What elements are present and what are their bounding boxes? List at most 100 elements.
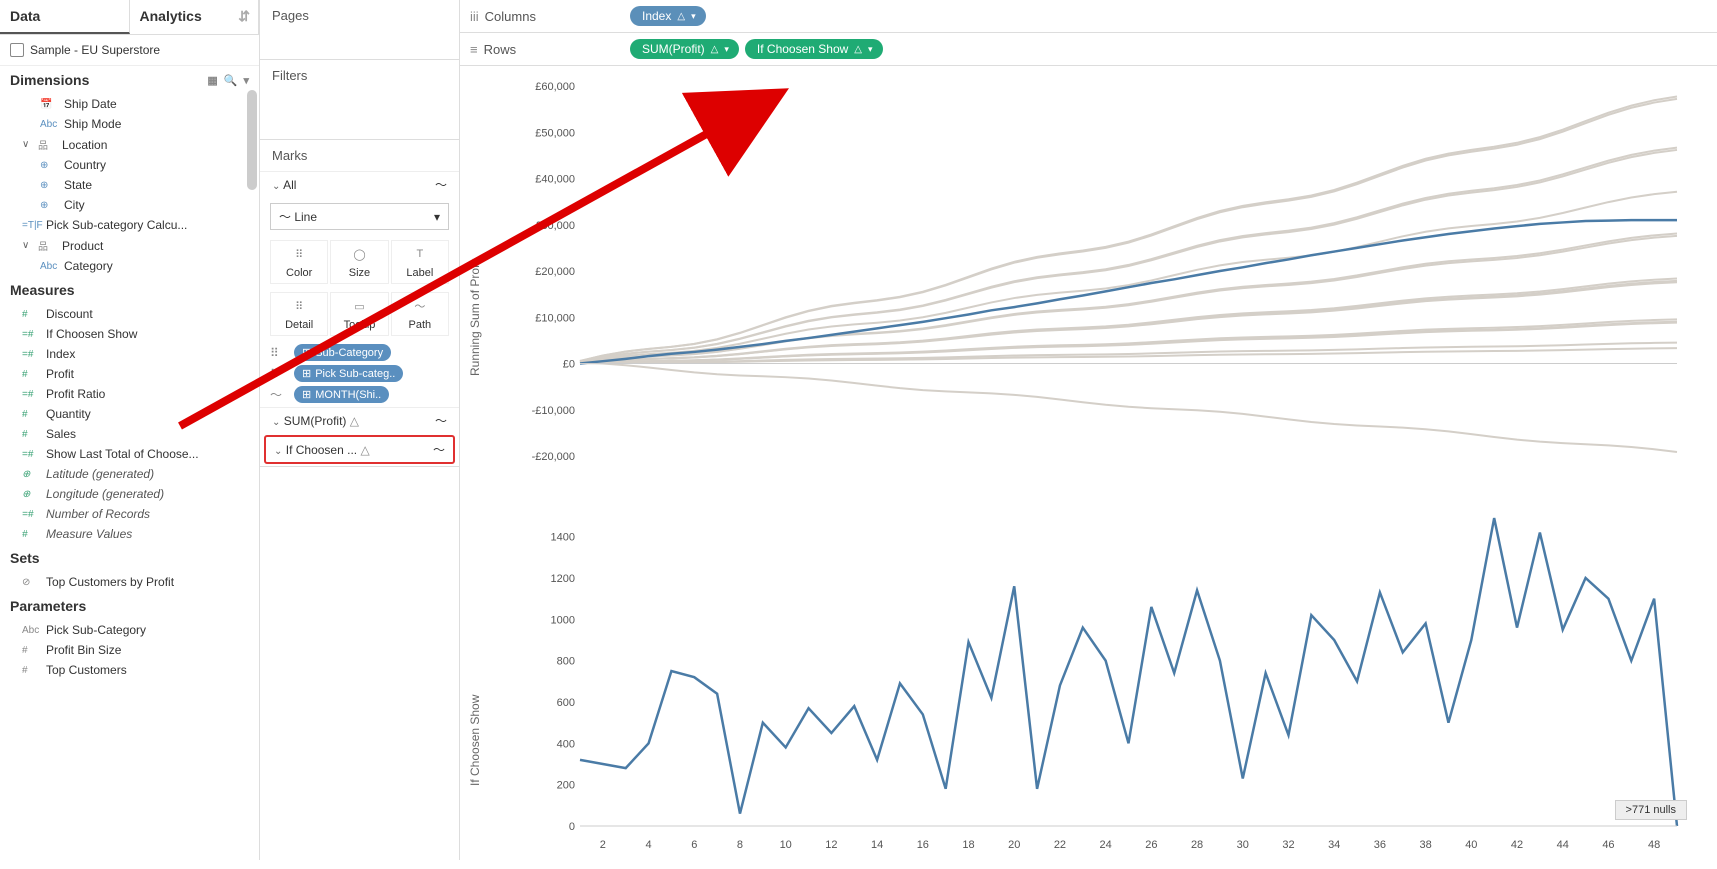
field-discount[interactable]: #Discount (0, 304, 259, 324)
view-icon[interactable]: ▦ (207, 74, 217, 87)
svg-text:400: 400 (557, 738, 575, 750)
size-icon: ◯ (350, 245, 368, 263)
tab-data[interactable]: Data (0, 0, 130, 34)
svg-text:£40,000: £40,000 (535, 174, 575, 186)
columns-shelf[interactable]: iiiColumns Index△▾ (460, 0, 1717, 33)
field-quantity[interactable]: #Quantity (0, 404, 259, 424)
field-type-icon: 品 (38, 238, 56, 253)
svg-text:0: 0 (569, 821, 575, 833)
svg-text:£50,000: £50,000 (535, 127, 575, 139)
search-icon[interactable]: 🔍 (224, 74, 238, 87)
svg-text:2: 2 (600, 839, 606, 851)
svg-text:4: 4 (646, 839, 652, 851)
field-measure-values[interactable]: #Measure Values (0, 524, 259, 544)
svg-text:42: 42 (1511, 839, 1523, 851)
field-type-icon: # (22, 429, 40, 440)
parameters-header: Parameters (0, 592, 259, 620)
caret-down-icon[interactable]: ▾ (868, 44, 873, 55)
field-label: Product (62, 239, 103, 253)
field-if-choosen-show[interactable]: =#If Choosen Show (0, 324, 259, 344)
datasource-row[interactable]: Sample - EU Superstore (0, 35, 259, 66)
field-label: Ship Date (64, 97, 117, 111)
mark-detail-button[interactable]: ⠿Detail (270, 292, 328, 336)
field-type-icon: # (22, 645, 40, 656)
field-city[interactable]: ⊕City (0, 195, 259, 215)
field-sales[interactable]: #Sales (0, 424, 259, 444)
svg-text:£30,000: £30,000 (535, 220, 575, 232)
mark-pill-month-shi-[interactable]: 〜⊞MONTH(Shi.. (270, 386, 449, 403)
mark-pill-pick-sub-categ-[interactable]: ⠿⊞Pick Sub-categ.. (270, 365, 449, 382)
scrollbar[interactable] (247, 90, 257, 190)
svg-text:800: 800 (557, 656, 575, 668)
marks-all-row[interactable]: ⌄ All 〜 (260, 171, 459, 197)
pill-if-choosen-show[interactable]: If Choosen Show△▾ (745, 39, 883, 59)
field-type-icon: =# (22, 509, 40, 520)
mark-pill-sub-category[interactable]: ⠿⊞Sub-Category (270, 344, 449, 361)
field-type-icon: =# (22, 449, 40, 460)
pill-index[interactable]: Index△▾ (630, 6, 706, 26)
visualization-area[interactable]: Running Sum of Profit £60,000£50,000£40,… (460, 66, 1717, 860)
chevron-down-icon: ▾ (434, 210, 440, 224)
svg-text:8: 8 (737, 839, 743, 851)
field-label: Show Last Total of Choose... (46, 447, 199, 461)
swap-icon[interactable]: ⇵ (238, 8, 250, 25)
line-icon: 〜 (433, 441, 445, 458)
field-profit-bin-size[interactable]: #Profit Bin Size (0, 640, 259, 660)
svg-text:6: 6 (691, 839, 697, 851)
svg-text:£10,000: £10,000 (535, 312, 575, 324)
mark-color-button[interactable]: ⠿Color (270, 240, 328, 284)
field-profit-ratio[interactable]: =#Profit Ratio (0, 384, 259, 404)
field-type-icon: ⊕ (40, 200, 58, 211)
mark-tooltip-button[interactable]: ▭Tooltip (330, 292, 388, 336)
field-pick-sub-category-calcu-[interactable]: =T|FPick Sub-category Calcu... (0, 215, 259, 235)
mark-label-button[interactable]: TLabel (391, 240, 449, 284)
field-profit[interactable]: #Profit (0, 364, 259, 384)
field-label: Category (64, 259, 113, 273)
tab-analytics-label: Analytics (140, 8, 202, 24)
svg-text:40: 40 (1465, 839, 1477, 851)
caret-down-icon[interactable]: ▾ (691, 11, 696, 22)
mark-type-select[interactable]: 〜 Line ▾ (270, 203, 449, 230)
field-label: Top Customers by Profit (46, 575, 174, 589)
rows-shelf[interactable]: ≡Rows SUM(Profit)△▾If Choosen Show△▾ (460, 33, 1717, 66)
datasource-icon (10, 43, 24, 57)
field-number-of-records[interactable]: =#Number of Records (0, 504, 259, 524)
menu-icon[interactable]: ▾ (243, 74, 249, 87)
field-label: Country (64, 158, 106, 172)
svg-text:44: 44 (1557, 839, 1569, 851)
svg-text:18: 18 (962, 839, 974, 851)
field-type-icon: 📅 (40, 99, 58, 110)
field-location[interactable]: ∨品Location (0, 134, 259, 155)
svg-text:22: 22 (1054, 839, 1066, 851)
field-country[interactable]: ⊕Country (0, 155, 259, 175)
field-top-customers-by-profit[interactable]: ⊘Top Customers by Profit (0, 572, 259, 592)
field-type-icon: =# (22, 329, 40, 340)
field-state[interactable]: ⊕State (0, 175, 259, 195)
svg-text:-£20,000: -£20,000 (532, 451, 575, 463)
mark-path-button[interactable]: 〜Path (391, 292, 449, 336)
mark-size-button[interactable]: ◯Size (330, 240, 388, 284)
pages-shelf[interactable]: Pages (260, 0, 459, 31)
field-pick-sub-category[interactable]: AbcPick Sub-Category (0, 620, 259, 640)
svg-text:26: 26 (1145, 839, 1157, 851)
field-top-customers[interactable]: #Top Customers (0, 660, 259, 680)
field-show-last-total-of-choose-[interactable]: =# Show Last Total of Choose... (0, 444, 259, 464)
marks-sumprofit-row[interactable]: ⌄ SUM(Profit) △ 〜 (260, 407, 459, 433)
svg-text:32: 32 (1282, 839, 1294, 851)
field-label: State (64, 178, 92, 192)
field-latitude-generated-[interactable]: ⊕Latitude (generated) (0, 464, 259, 484)
field-product[interactable]: ∨品Product (0, 235, 259, 256)
pill-sum-profit-[interactable]: SUM(Profit)△▾ (630, 39, 739, 59)
field-label: Profit (46, 367, 74, 381)
field-index[interactable]: =#Index (0, 344, 259, 364)
field-category[interactable]: AbcCategory (0, 256, 259, 276)
filters-shelf[interactable]: Filters (260, 60, 459, 91)
caret-down-icon[interactable]: ▾ (724, 44, 729, 55)
field-ship-mode[interactable]: AbcShip Mode (0, 114, 259, 134)
field-longitude-generated-[interactable]: ⊕Longitude (generated) (0, 484, 259, 504)
marks-ifchoosen-row[interactable]: ⌄ If Choosen ... △ 〜 (264, 435, 455, 464)
nulls-indicator[interactable]: >771 nulls (1615, 800, 1687, 820)
field-ship-date[interactable]: 📅 Ship Date (0, 94, 259, 114)
datasource-name: Sample - EU Superstore (30, 43, 160, 57)
tab-analytics[interactable]: Analytics ⇵ (130, 0, 260, 34)
